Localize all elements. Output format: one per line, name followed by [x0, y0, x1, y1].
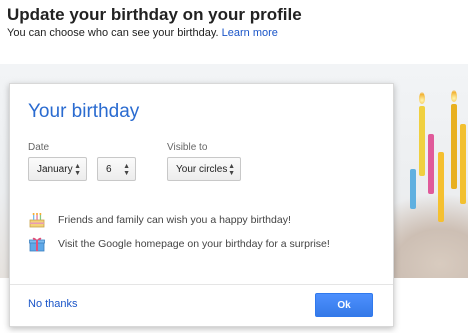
day-select[interactable]: 6 ▲ ▼ — [97, 157, 136, 181]
subtitle-text: You can choose who can see your birthday… — [7, 27, 219, 39]
day-value: 6 — [106, 163, 112, 175]
candle-decoration — [428, 134, 434, 194]
visible-to-label: Visible to — [167, 142, 208, 153]
info-homepage-text: Visit the Google homepage on your birthd… — [58, 238, 330, 250]
flame-decoration — [451, 90, 457, 102]
birthday-dialog: Your birthday Date January ▲ ▼ 6 ▲ ▼ Visib… — [9, 83, 394, 327]
dialog-title: Your birthday — [28, 101, 140, 122]
no-thanks-link[interactable]: No thanks — [28, 298, 78, 310]
candle-decoration — [419, 106, 425, 176]
info-row-homepage: Visit the Google homepage on your birthd… — [28, 235, 330, 253]
candle-decoration — [460, 124, 466, 204]
visibility-select[interactable]: Your circles ▲ ▼ — [167, 157, 241, 181]
updown-arrows-icon: ▲ ▼ — [228, 163, 235, 177]
ok-button[interactable]: Ok — [315, 293, 373, 317]
info-wishes-text: Friends and family can wish you a happy … — [58, 214, 291, 226]
info-row-wishes: Friends and family can wish you a happy … — [28, 211, 291, 229]
gift-icon — [28, 235, 46, 253]
date-label: Date — [28, 142, 50, 153]
learn-more-link[interactable]: Learn more — [222, 27, 278, 39]
dialog-divider — [10, 284, 393, 285]
candle-decoration — [438, 152, 444, 222]
updown-arrows-icon: ▲ ▼ — [74, 163, 81, 177]
updown-arrows-icon: ▲ ▼ — [123, 163, 130, 177]
month-select[interactable]: January ▲ ▼ — [28, 157, 87, 181]
cake-icon — [28, 211, 46, 229]
page-title: Update your birthday on your profile — [7, 5, 302, 24]
candle-decoration — [451, 104, 457, 189]
flame-decoration — [419, 92, 425, 104]
candle-decoration — [410, 169, 416, 209]
visibility-value: Your circles — [176, 163, 228, 175]
page-subtitle: You can choose who can see your birthday… — [7, 27, 278, 39]
month-value: January — [37, 163, 73, 175]
